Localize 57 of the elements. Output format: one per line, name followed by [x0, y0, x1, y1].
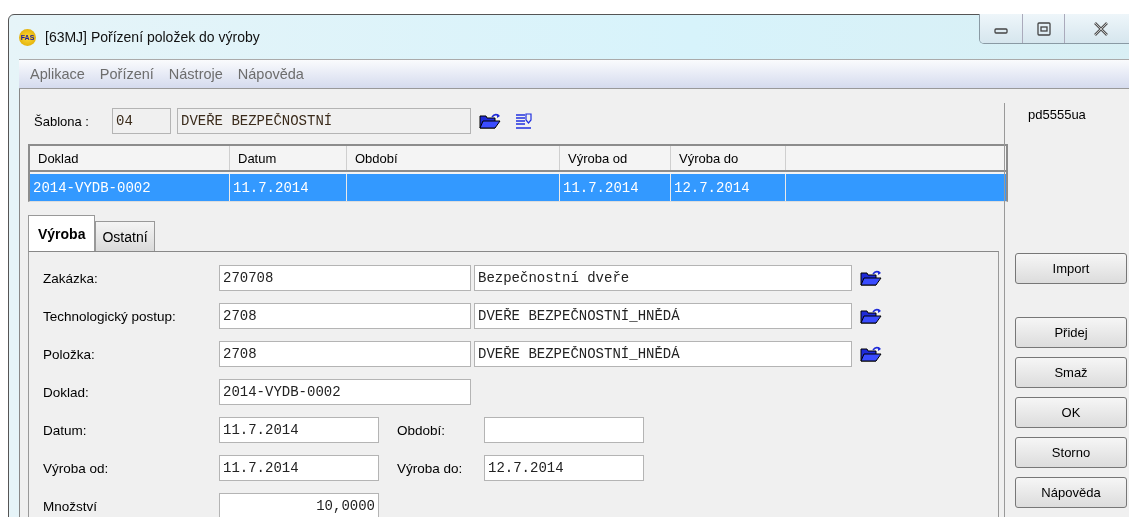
field-label: Položka:	[43, 346, 96, 362]
list-edit-icon[interactable]	[515, 112, 533, 130]
template-label: Šablona :	[34, 113, 90, 129]
field-label: Doklad:	[43, 384, 90, 400]
field-label: Zakázka:	[43, 270, 99, 286]
input-field[interactable]: 2708	[219, 303, 471, 329]
input-field[interactable]: 11.7.2014	[219, 455, 379, 481]
column-header[interactable]: Období	[347, 146, 560, 170]
field-label: Výroba od:	[43, 460, 110, 476]
input-field[interactable]: 10,0000	[219, 493, 379, 517]
table-cell: 11.7.2014	[230, 174, 347, 201]
folder-icon[interactable]	[860, 308, 882, 324]
folder-icon[interactable]	[860, 270, 882, 286]
minimize-button[interactable]	[980, 14, 1022, 43]
input-field[interactable]: Bezpečnostní dveře	[474, 265, 852, 291]
input-field[interactable]: 270708	[219, 265, 471, 291]
close-button[interactable]	[1064, 14, 1129, 43]
action-button[interactable]: Storno	[1015, 437, 1127, 468]
table-cell: 12.7.2014	[671, 174, 786, 201]
table-cell: 11.7.2014	[560, 174, 671, 201]
action-button[interactable]: OK	[1015, 397, 1127, 428]
input-field[interactable]: DVEŘE BEZPEČNOSTNÍ_HNĚDÁ	[474, 303, 852, 329]
column-header[interactable]: Výroba do	[671, 146, 786, 170]
folder-icon[interactable]	[860, 346, 882, 362]
field-label: Množství	[43, 498, 98, 514]
input-field[interactable]: 12.7.2014	[484, 455, 644, 481]
table-cell: 2014-VYDB-0002	[30, 174, 230, 201]
field-label: Datum:	[43, 422, 88, 438]
close-icon	[1092, 21, 1109, 36]
action-button[interactable]: Přidej	[1015, 317, 1127, 348]
column-header[interactable]: Doklad	[30, 146, 230, 170]
template-code-field[interactable]: 04	[112, 108, 171, 134]
tab[interactable]: Výroba	[28, 215, 96, 251]
input-field[interactable]: 2708	[219, 341, 471, 367]
field-label: Období:	[397, 422, 447, 438]
menu-item[interactable]: Aplikace	[30, 66, 85, 82]
input-field[interactable]: 2014-VYDB-0002	[219, 379, 471, 405]
menu-item[interactable]: Pořízení	[99, 66, 154, 82]
field-label: Výroba do:	[397, 460, 464, 476]
tab[interactable]: Ostatní	[95, 221, 155, 251]
window-title: [63MJ] Pořízení položek do výroby	[45, 29, 260, 45]
maximize-icon	[1036, 21, 1051, 36]
maximize-button[interactable]	[1022, 14, 1064, 43]
input-field[interactable]: DVEŘE BEZPEČNOSTNÍ_HNĚDÁ	[474, 341, 852, 367]
field-label: Technologický postup:	[43, 308, 177, 324]
template-name-field[interactable]: DVEŘE BEZPEČNOSTNÍ	[177, 108, 471, 134]
menu-item[interactable]: Nástroje	[168, 66, 223, 82]
column-header[interactable]: Výroba od	[560, 146, 671, 170]
input-field[interactable]: 11.7.2014	[219, 417, 379, 443]
folder-icon[interactable]	[479, 113, 501, 129]
input-field[interactable]	[484, 417, 644, 443]
action-button[interactable]: Smaž	[1015, 357, 1127, 388]
menu-item[interactable]: Nápověda	[237, 66, 304, 82]
user-name: pd5555ua	[1028, 107, 1087, 122]
action-button[interactable]: Nápověda	[1015, 477, 1127, 508]
column-header[interactable]: Datum	[230, 146, 347, 170]
action-button[interactable]: Import	[1015, 253, 1127, 284]
